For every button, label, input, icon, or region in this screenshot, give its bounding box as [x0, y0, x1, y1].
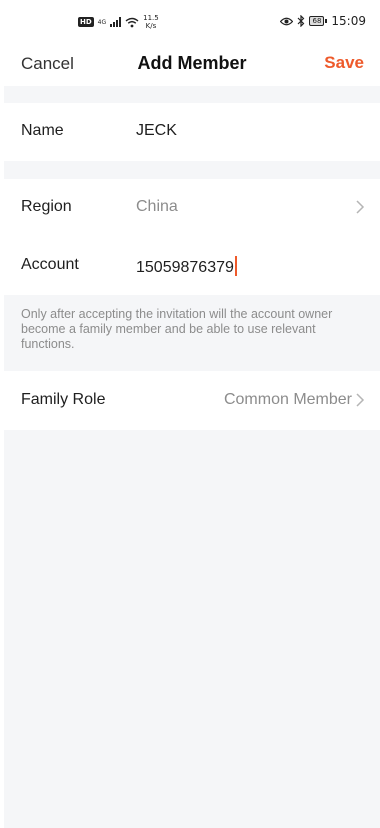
account-value: 15059876379 [136, 259, 234, 276]
region-value: China [136, 198, 178, 215]
chevron-right-icon [356, 200, 365, 214]
status-bar-left: HD 4G 11.5 K/s [78, 14, 159, 30]
invitation-notice: Only after accepting the invitation will… [4, 295, 380, 371]
empty-background [4, 430, 380, 828]
section-divider [4, 161, 380, 179]
battery-level: 68 [309, 16, 325, 26]
account-input[interactable]: 15059876379 [136, 256, 237, 277]
speed-value: 11.5 [143, 14, 159, 22]
network-type: 4G [97, 18, 107, 26]
family-role-value: Common Member [223, 391, 352, 408]
chevron-right-icon [356, 393, 365, 407]
region-label: Region [21, 198, 72, 215]
name-row[interactable]: Name JECK [4, 103, 380, 161]
account-row[interactable]: Account 15059876379 [4, 237, 380, 295]
signal-icon [110, 17, 122, 27]
family-role-label: Family Role [21, 391, 106, 408]
battery-icon: 68 [309, 16, 328, 26]
name-label: Name [21, 122, 64, 139]
speed-unit: K/s [145, 22, 157, 30]
network-speed: 11.5 K/s [143, 14, 159, 30]
name-input[interactable]: JECK [136, 122, 177, 140]
eye-icon [280, 17, 294, 25]
section-divider [4, 86, 380, 103]
clock: 15:09 [331, 14, 366, 28]
text-cursor [234, 256, 237, 276]
save-button[interactable]: Save [324, 53, 364, 73]
hd-badge: HD [78, 17, 94, 27]
nav-bar: Cancel Add Member Save [4, 40, 380, 86]
wifi-icon [125, 17, 139, 27]
account-label: Account [21, 256, 79, 273]
family-role-row[interactable]: Family Role Common Member [4, 372, 380, 430]
notice-text: Only after accepting the invitation will… [21, 307, 333, 351]
add-member-screen: HD 4G 11.5 K/s 68 15:09 Cancel Add Membe… [4, 0, 380, 828]
region-row[interactable]: Region China [4, 179, 380, 237]
status-bar: HD 4G 11.5 K/s 68 15:09 [4, 0, 380, 38]
status-bar-right: 68 15:09 [280, 14, 366, 28]
bluetooth-icon [298, 15, 305, 27]
